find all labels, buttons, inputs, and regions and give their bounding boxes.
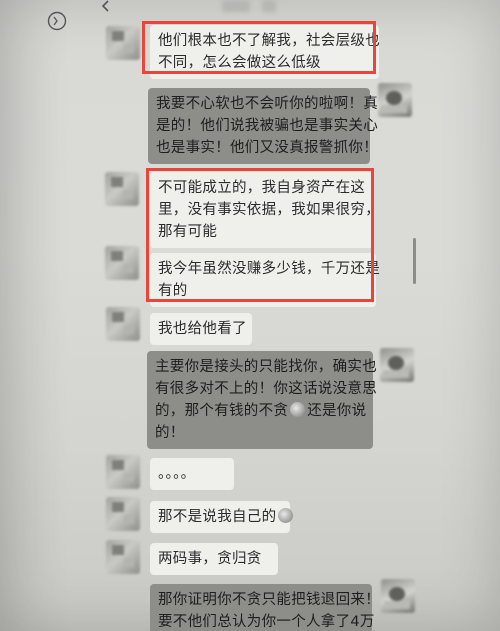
avatar[interactable] [380, 348, 414, 382]
avatar[interactable] [381, 579, 415, 613]
message-text: 我也给他看了 [158, 321, 247, 337]
message-text: 有很多对不上的！你这话说没意思 [155, 381, 377, 397]
message-bubble[interactable]: 那不是说我自己的 [150, 501, 294, 533]
chat-header [0, 0, 500, 22]
avatar[interactable] [105, 172, 139, 206]
message-bubble[interactable]: 我要不心软也不会听你的啦啊！真 是的！他们说我被骗也是事实关心 也是事实！他们又… [148, 88, 378, 164]
chevron-left-icon[interactable] [100, 0, 112, 12]
message-bubble[interactable]: 两码事，贪归贪 [150, 543, 278, 575]
emoji-face-icon [278, 508, 294, 523]
message-text: 两码事，贪归贪 [158, 551, 262, 567]
message-text: 要不他们总认为你一个人拿了4万 [158, 614, 375, 630]
message-bubble[interactable]: 那你证明你不贪只能把钱退回来！ 要不他们总认为你一个人拿了4万 [150, 584, 380, 631]
scrollbar[interactable] [413, 238, 416, 284]
avatar[interactable] [378, 83, 412, 117]
message-text: 也是事实！他们又没真报警抓你！ [156, 140, 378, 156]
message-text: 那你证明你不贪只能把钱退回来！ [158, 592, 380, 608]
circle-icon [47, 11, 67, 31]
message-text: 还是你说 [307, 403, 367, 419]
avatar[interactable] [106, 497, 140, 531]
avatar[interactable] [106, 455, 140, 489]
chat-title-blurred-2 [262, 0, 276, 12]
message-text: 我要不心软也不会听你的啦啊！真 [156, 96, 378, 112]
emoji-face-icon [290, 402, 306, 417]
message-text: 是的！他们说我被骗也是事实关心 [156, 118, 378, 134]
chat-screen: 他们根本也不了解我，社会层级也 不同，怎么会做这么低级 我要不心软也不会听你的啦… [0, 0, 500, 631]
avatar[interactable] [106, 540, 140, 574]
message-text: 的！ [155, 425, 185, 441]
highlight-box [142, 21, 376, 74]
message-bubble[interactable]: 。。。。 [150, 458, 234, 490]
message-line: 的，那个有钱的不贪 还是你说 [155, 400, 367, 422]
message-text: 那不是说我自己的 [158, 509, 277, 525]
message-text: 主要你是接头的只能找你，确实也 [155, 359, 377, 375]
highlight-box [146, 168, 374, 302]
message-bubble[interactable]: 我也给他看了 [150, 313, 252, 345]
photo-shadow [0, 0, 70, 631]
avatar[interactable] [106, 307, 140, 341]
avatar[interactable] [105, 246, 139, 280]
chat-title-blurred [222, 0, 250, 12]
avatar[interactable] [106, 26, 140, 60]
message-text: 的，那个有钱的不贪 [155, 403, 289, 419]
message-text: 。。。。 [158, 466, 196, 482]
message-line: 那不是说我自己的 [158, 506, 294, 528]
message-bubble[interactable]: 主要你是接头的只能找你，确实也 有很多对不上的！你这话说没意思 的，那个有钱的不… [147, 351, 377, 449]
